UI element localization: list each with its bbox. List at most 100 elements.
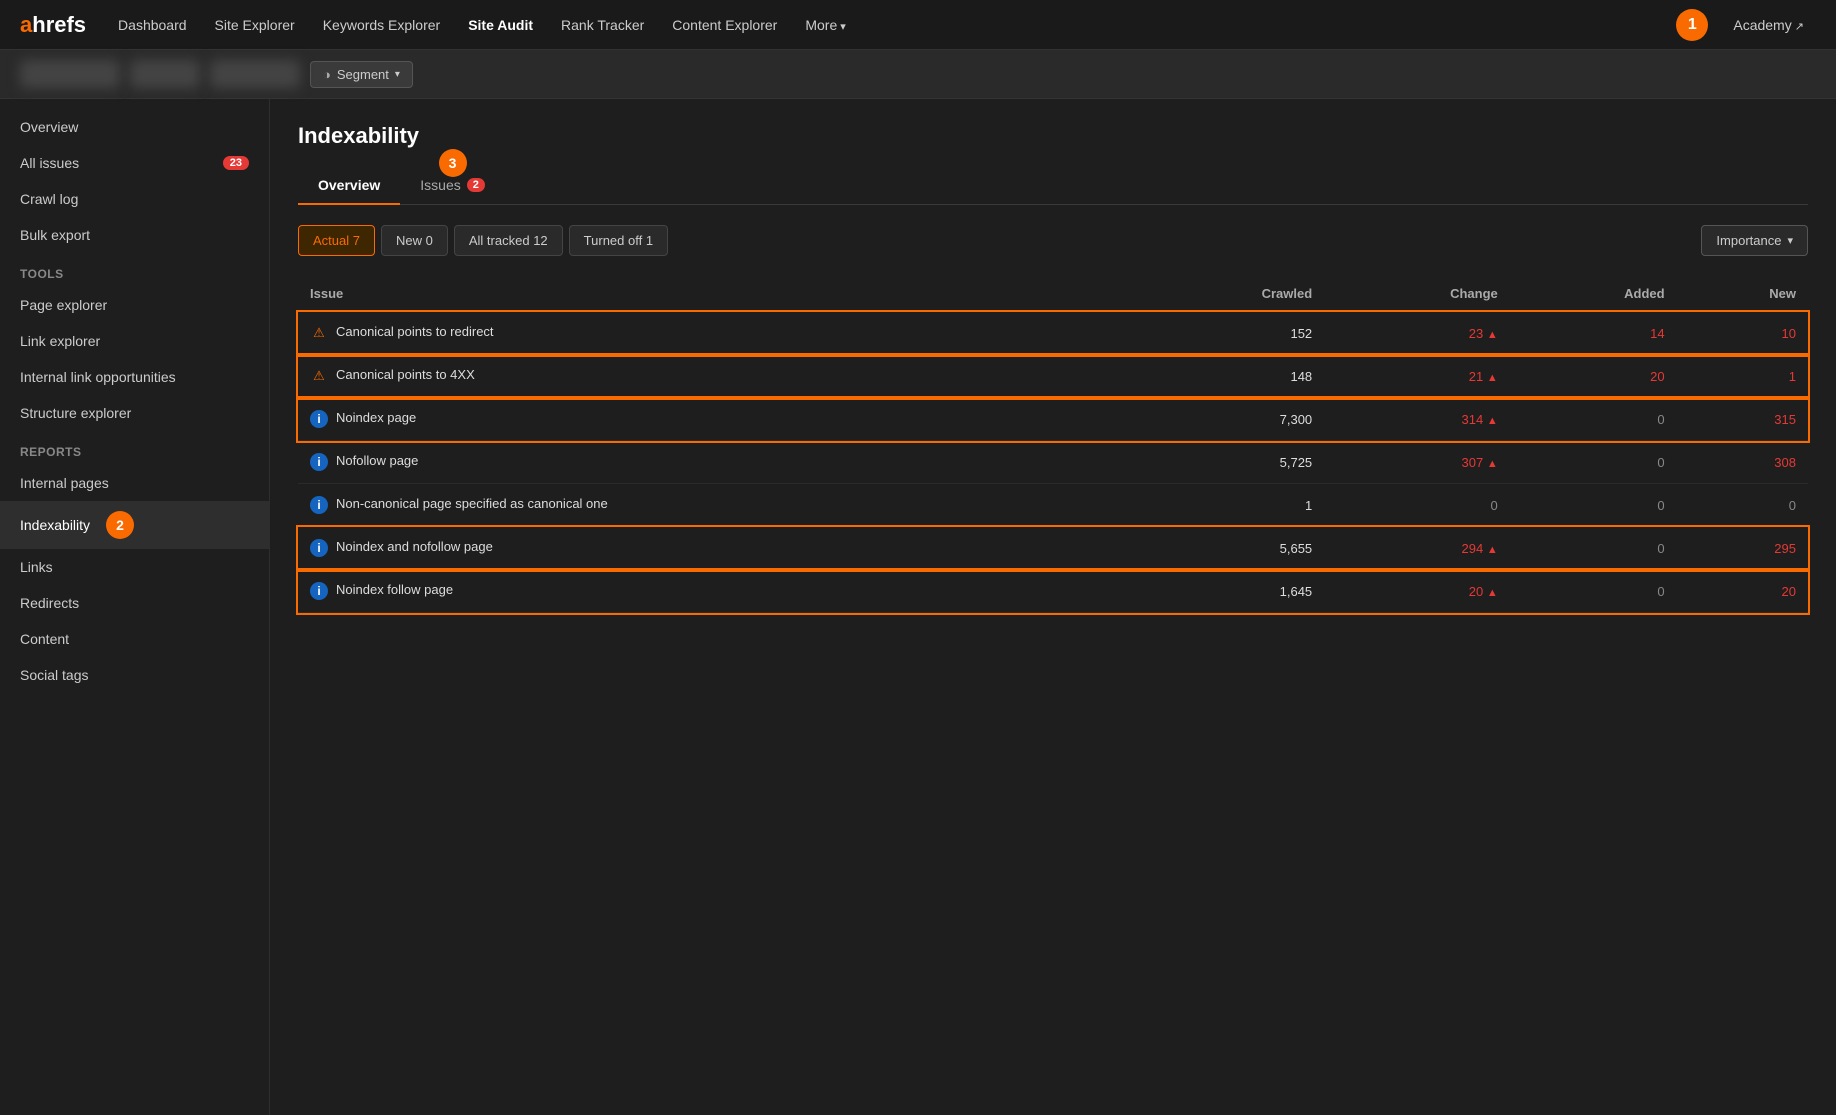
change-value: 294 ▲ [1324,527,1510,570]
issue-cell: i Non-canonical page specified as canonic… [298,484,1131,527]
sidebar-item-indexability[interactable]: Indexability 2 [0,501,269,549]
nav-site-explorer[interactable]: Site Explorer [203,9,307,41]
subheader: Segment [0,50,1836,99]
col-new: New [1677,276,1808,312]
crawled-value: 148 [1131,355,1324,398]
crawled-value: 5,655 [1131,527,1324,570]
info-icon: i [310,582,328,600]
table-row[interactable]: iNoindex page7,300314 ▲0315 [298,398,1808,441]
new-value: 315 [1677,398,1808,441]
filter-all-tracked[interactable]: All tracked 12 [454,225,563,256]
step-1-badge: 1 [1676,9,1708,41]
table-row[interactable]: i Noindex and nofollow page 5,655294 ▲0295 [298,527,1808,570]
nav-academy[interactable]: Academy [1721,9,1816,41]
all-issues-badge: 23 [223,156,249,170]
added-value: 0 [1510,484,1677,527]
table-row[interactable]: i Non-canonical page specified as canonic… [298,484,1808,527]
sidebar-item-structure-explorer[interactable]: Structure explorer [0,395,269,431]
change-value: 20 ▲ [1324,570,1510,613]
sidebar-item-all-issues[interactable]: All issues 23 [0,145,269,181]
sidebar-item-page-explorer[interactable]: Page explorer [0,287,269,323]
info-icon: i [310,539,328,557]
issue-name[interactable]: Canonical points to redirect [336,324,494,339]
table-row[interactable]: i Noindex follow page 1,64520 ▲020 [298,570,1808,613]
sidebar-item-internal-link-opportunities[interactable]: Internal link opportunities [0,359,269,395]
sidebar-item-link-explorer[interactable]: Link explorer [0,323,269,359]
col-issue: Issue [298,276,1131,312]
col-crawled: Crawled [1131,276,1324,312]
issues-table: Issue Crawled Change Added New ⚠Canonica… [298,276,1808,613]
reports-section-title: Reports [0,431,269,465]
tab-overview[interactable]: Overview [298,167,400,205]
sidebar-item-social-tags[interactable]: Social tags [0,657,269,693]
col-added: Added [1510,276,1677,312]
sidebar-item-crawl-log[interactable]: Crawl log [0,181,269,217]
content-area: Indexability Overview Issues 2 3 Actual … [270,99,1836,1115]
main-layout: Overview All issues 23 Crawl log Bulk ex… [0,99,1836,1115]
added-value: 0 [1510,570,1677,613]
issue-name[interactable]: Non-canonical page specified as canonica… [336,496,608,511]
nav-more[interactable]: More [793,9,857,41]
warning-icon: ⚠ [310,324,328,342]
importance-dropdown[interactable]: Importance [1701,225,1808,256]
segment-button[interactable]: Segment [310,61,413,88]
crawled-value: 5,725 [1131,441,1324,484]
nav-content-explorer[interactable]: Content Explorer [660,9,789,41]
tools-section-title: Tools [0,253,269,287]
step-2-badge: 2 [106,511,134,539]
new-value: 20 [1677,570,1808,613]
crawled-value: 1,645 [1131,570,1324,613]
table-row[interactable]: ⚠ Canonical points to redirect 15223 ▲1410 [298,312,1808,355]
logo[interactable]: ahrefs [20,12,86,38]
top-navigation: ahrefs Dashboard Site Explorer Keywords … [0,0,1836,50]
change-value: 21 ▲ [1324,355,1510,398]
sidebar-item-redirects[interactable]: Redirects [0,585,269,621]
new-value: 10 [1677,312,1808,355]
issue-name[interactable]: Noindex page [336,410,416,425]
tabs: Overview Issues 2 3 [298,167,1808,205]
sidebar-item-content[interactable]: Content [0,621,269,657]
issue-cell: i Noindex follow page [298,570,1131,613]
filter-bar: Actual 7 New 0 All tracked 12 Turned off… [298,225,1808,256]
change-value: 307 ▲ [1324,441,1510,484]
step-3-badge: 3 [439,149,467,177]
sidebar: Overview All issues 23 Crawl log Bulk ex… [0,99,270,1115]
filter-turned-off[interactable]: Turned off 1 [569,225,668,256]
filter-actual[interactable]: Actual 7 [298,225,375,256]
issue-name[interactable]: Noindex follow page [336,582,453,597]
new-value: 308 [1677,441,1808,484]
issue-name[interactable]: Canonical points to 4XX [336,367,475,382]
info-icon: i [310,410,328,428]
sidebar-item-overview[interactable]: Overview [0,109,269,145]
added-value: 0 [1510,398,1677,441]
issue-name[interactable]: Noindex and nofollow page [336,539,493,554]
crawled-value: 152 [1131,312,1324,355]
sidebar-item-links[interactable]: Links [0,549,269,585]
issue-cell: ⚠ Canonical points to 4XX [298,355,1131,398]
nav-keywords-explorer[interactable]: Keywords Explorer [311,9,453,41]
nav-site-audit[interactable]: Site Audit [456,9,545,41]
change-value: 23 ▲ [1324,312,1510,355]
nav-rank-tracker[interactable]: Rank Tracker [549,9,656,41]
issue-name[interactable]: Nofollow page [336,453,418,468]
issue-cell: iNofollow page [298,441,1131,484]
table-row[interactable]: ⚠Canonical points to 4XX14821 ▲201 [298,355,1808,398]
blurred-item-2 [130,60,200,88]
info-icon: i [310,496,328,514]
added-value: 14 [1510,312,1677,355]
filter-new[interactable]: New 0 [381,225,448,256]
sidebar-item-bulk-export[interactable]: Bulk export [0,217,269,253]
added-value: 0 [1510,527,1677,570]
warning-icon: ⚠ [310,367,328,385]
issue-cell: i Noindex and nofollow page [298,527,1131,570]
crawled-value: 1 [1131,484,1324,527]
new-value: 295 [1677,527,1808,570]
table-row[interactable]: iNofollow page5,725307 ▲0308 [298,441,1808,484]
tab-issues[interactable]: Issues 2 3 [400,167,505,205]
page-title: Indexability [298,123,1808,149]
issue-cell: ⚠ Canonical points to redirect [298,312,1131,355]
issue-cell: i Noindex page [298,398,1131,441]
nav-dashboard[interactable]: Dashboard [106,9,199,41]
sidebar-item-internal-pages[interactable]: Internal pages [0,465,269,501]
blurred-item-1 [20,60,120,88]
